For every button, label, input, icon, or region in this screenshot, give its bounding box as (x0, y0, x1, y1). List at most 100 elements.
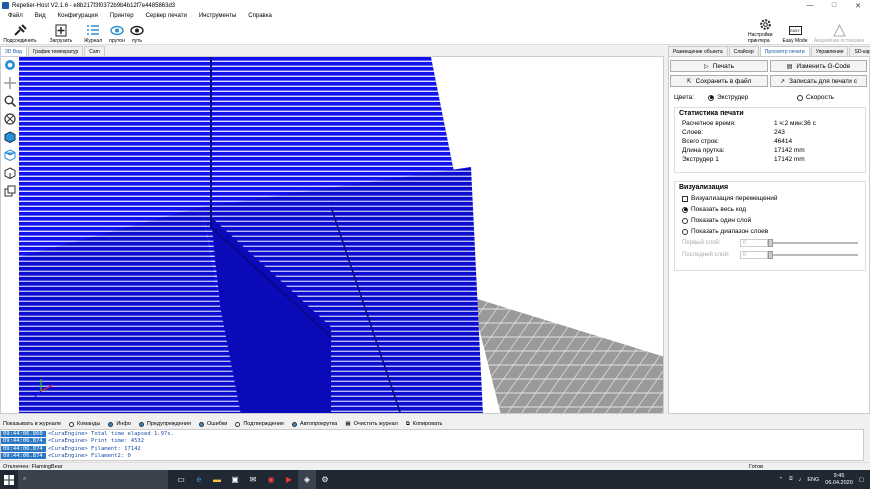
slicer-icon[interactable]: ⚙ (316, 470, 334, 489)
vis-title: Визуализация (679, 184, 729, 191)
clear-log-button[interactable]: ▦ Очистить журнал (345, 421, 397, 427)
copy-log-button[interactable]: ⧉ Копировать (406, 421, 443, 428)
first-layer-input[interactable]: 0 (740, 239, 768, 247)
log-line: 09:44:06.860 <CuraEngine> Total time elap… (1, 430, 174, 437)
stat-row: Слоев: 243 (682, 129, 785, 136)
show-travel-button[interactable]: прутон (106, 21, 128, 45)
menu-config[interactable]: Конфигурация (58, 13, 98, 19)
3d-viewport[interactable] (0, 56, 664, 414)
cubes-icon[interactable] (3, 184, 17, 198)
play-icon: ▷ (704, 63, 709, 70)
repetier-icon[interactable]: ◈ (298, 470, 316, 489)
tab-sd-card[interactable]: SD-карта (849, 46, 870, 56)
stat-row: Всего строк: 46414 (682, 138, 793, 145)
add-file-icon (54, 24, 68, 37)
last-layer-input[interactable]: 0 (740, 251, 768, 259)
write-print-button[interactable]: ↗ Записать для печати с (770, 75, 867, 87)
menu-bar: Файл Вид Конфигурация Принтер Сервер печ… (0, 11, 870, 21)
explorer-icon[interactable]: ▬ (208, 470, 226, 489)
show-all-option[interactable]: Показать весь код (675, 204, 865, 215)
menu-file[interactable]: Файл (8, 13, 23, 19)
cube-top-icon[interactable] (3, 148, 17, 162)
path-button[interactable]: путь (128, 21, 146, 45)
view-tabs: 3D Вид График температур Cam (0, 46, 106, 56)
log-line: 09:44:06.874 <CuraEngine> Filament2: 0 (1, 453, 131, 460)
filter-errors[interactable]: Ошибки (198, 421, 227, 427)
filter-commands[interactable]: Команды (69, 421, 100, 427)
menu-tools[interactable]: Инструменты (199, 13, 236, 19)
tab-slicer[interactable]: Слайсер (728, 46, 759, 56)
tab-object-placement[interactable]: Размещение объекта (668, 46, 728, 56)
menu-help[interactable]: Справка (248, 13, 272, 19)
tab-temperature[interactable]: График температур (27, 46, 84, 56)
language-indicator[interactable]: ENG (807, 477, 819, 483)
color-speed-radio[interactable] (797, 94, 803, 101)
list-icon (86, 24, 100, 37)
clear-icon: ▦ (345, 421, 351, 427)
emergency-stop-button[interactable]: Аварийная остановка (808, 21, 870, 45)
color-extruder-radio[interactable] (708, 94, 714, 101)
task-view-icon[interactable]: ▭ (172, 470, 190, 489)
stat-row: Расчетное время: 1 ч:2 мин:36 с (682, 120, 816, 127)
chrome-icon[interactable]: ◉ (262, 470, 280, 489)
print-stats-group: Статистика печати Расчетное время: 1 ч:2 … (674, 107, 866, 173)
load-button[interactable]: Загрузить (46, 21, 76, 45)
show-one-radio[interactable] (682, 217, 688, 224)
store-icon[interactable]: ▣ (226, 470, 244, 489)
tab-control[interactable]: Управление (810, 46, 849, 56)
easy-mode-button[interactable]: EASY Easy Mode (782, 21, 808, 45)
show-all-radio[interactable] (682, 206, 688, 213)
volume-icon[interactable]: ♪ (799, 477, 802, 483)
clock[interactable]: 9:45 06.04.2020 (825, 473, 853, 487)
move-icon[interactable] (3, 76, 17, 90)
print-button[interactable]: ▷ Печать (670, 60, 768, 72)
log-line: 09:44:06.874 <CuraEngine> Print time: 453… (1, 438, 145, 445)
notifications-icon[interactable]: ▢ (859, 477, 864, 483)
first-layer-slider[interactable] (768, 239, 858, 247)
media-icon[interactable]: ▶ (280, 470, 298, 489)
taskbar-search-input[interactable]: ⌕ (18, 470, 168, 489)
show-travel-checkbox[interactable] (682, 195, 688, 202)
show-one-option[interactable]: Показать один слой (675, 215, 865, 226)
external-icon: ⇱ (686, 78, 692, 85)
filter-info[interactable]: Инфо (108, 421, 131, 427)
mail-icon[interactable]: ✉ (244, 470, 262, 489)
edit-gcode-button[interactable]: ▤ Изменить G-Code (770, 60, 867, 72)
tab-3d-view[interactable]: 3D Вид (0, 46, 27, 56)
show-travel-option[interactable]: Визуализация перемещений (675, 193, 865, 204)
tab-print-preview[interactable]: Просмотр печати (759, 46, 810, 56)
tray-chevron-icon[interactable]: ⌃ (779, 477, 784, 483)
colors-selector: Цвета: Экструдер Скорость (674, 94, 864, 101)
show-range-radio[interactable] (682, 228, 688, 235)
printer-settings-button[interactable]: Настройки принтера (748, 19, 782, 45)
filter-warnings[interactable]: Предупреждения (138, 421, 191, 427)
close-button[interactable]: ✕ (846, 2, 870, 10)
show-range-option[interactable]: Показать диапазон слоев (675, 226, 865, 237)
maximize-button[interactable]: □ (822, 2, 846, 9)
network-icon[interactable]: ⌸ (789, 476, 792, 483)
move-object-icon[interactable] (3, 112, 17, 126)
last-layer-slider[interactable] (768, 251, 858, 259)
minimize-button[interactable]: — (798, 2, 822, 9)
first-layer-row: Первый слой: 0 (675, 237, 865, 249)
stats-title: Статистика печати (679, 110, 744, 117)
menu-print-server[interactable]: Сервер печати (146, 13, 187, 19)
filter-autoscroll[interactable]: Автопрокрутка (292, 421, 337, 427)
view-tools (1, 57, 18, 201)
toolbar: Подсоединить Загрузить Журнал прутон пут… (0, 19, 870, 45)
cube-side-icon[interactable] (3, 166, 17, 180)
log-output[interactable]: 09:44:06.860 <CuraEngine> Total time elap… (0, 429, 864, 461)
windows-start-icon[interactable] (0, 470, 18, 489)
easy-mode-icon: EASY (788, 24, 802, 37)
log-button[interactable]: Журнал (82, 21, 104, 45)
menu-printer[interactable]: Принтер (110, 13, 134, 19)
edge-icon[interactable]: e (190, 470, 208, 489)
connect-button[interactable]: Подсоединить (2, 21, 38, 45)
save-file-button[interactable]: ⇱ Сохранить в файл (670, 75, 768, 87)
zoom-icon[interactable] (3, 94, 17, 108)
cube-front-icon[interactable] (3, 130, 17, 144)
menu-view[interactable]: Вид (35, 13, 46, 19)
tab-cam[interactable]: Cam (84, 46, 105, 56)
filter-ack[interactable]: Подтверждение (235, 421, 284, 427)
rotate-icon[interactable] (3, 58, 17, 72)
